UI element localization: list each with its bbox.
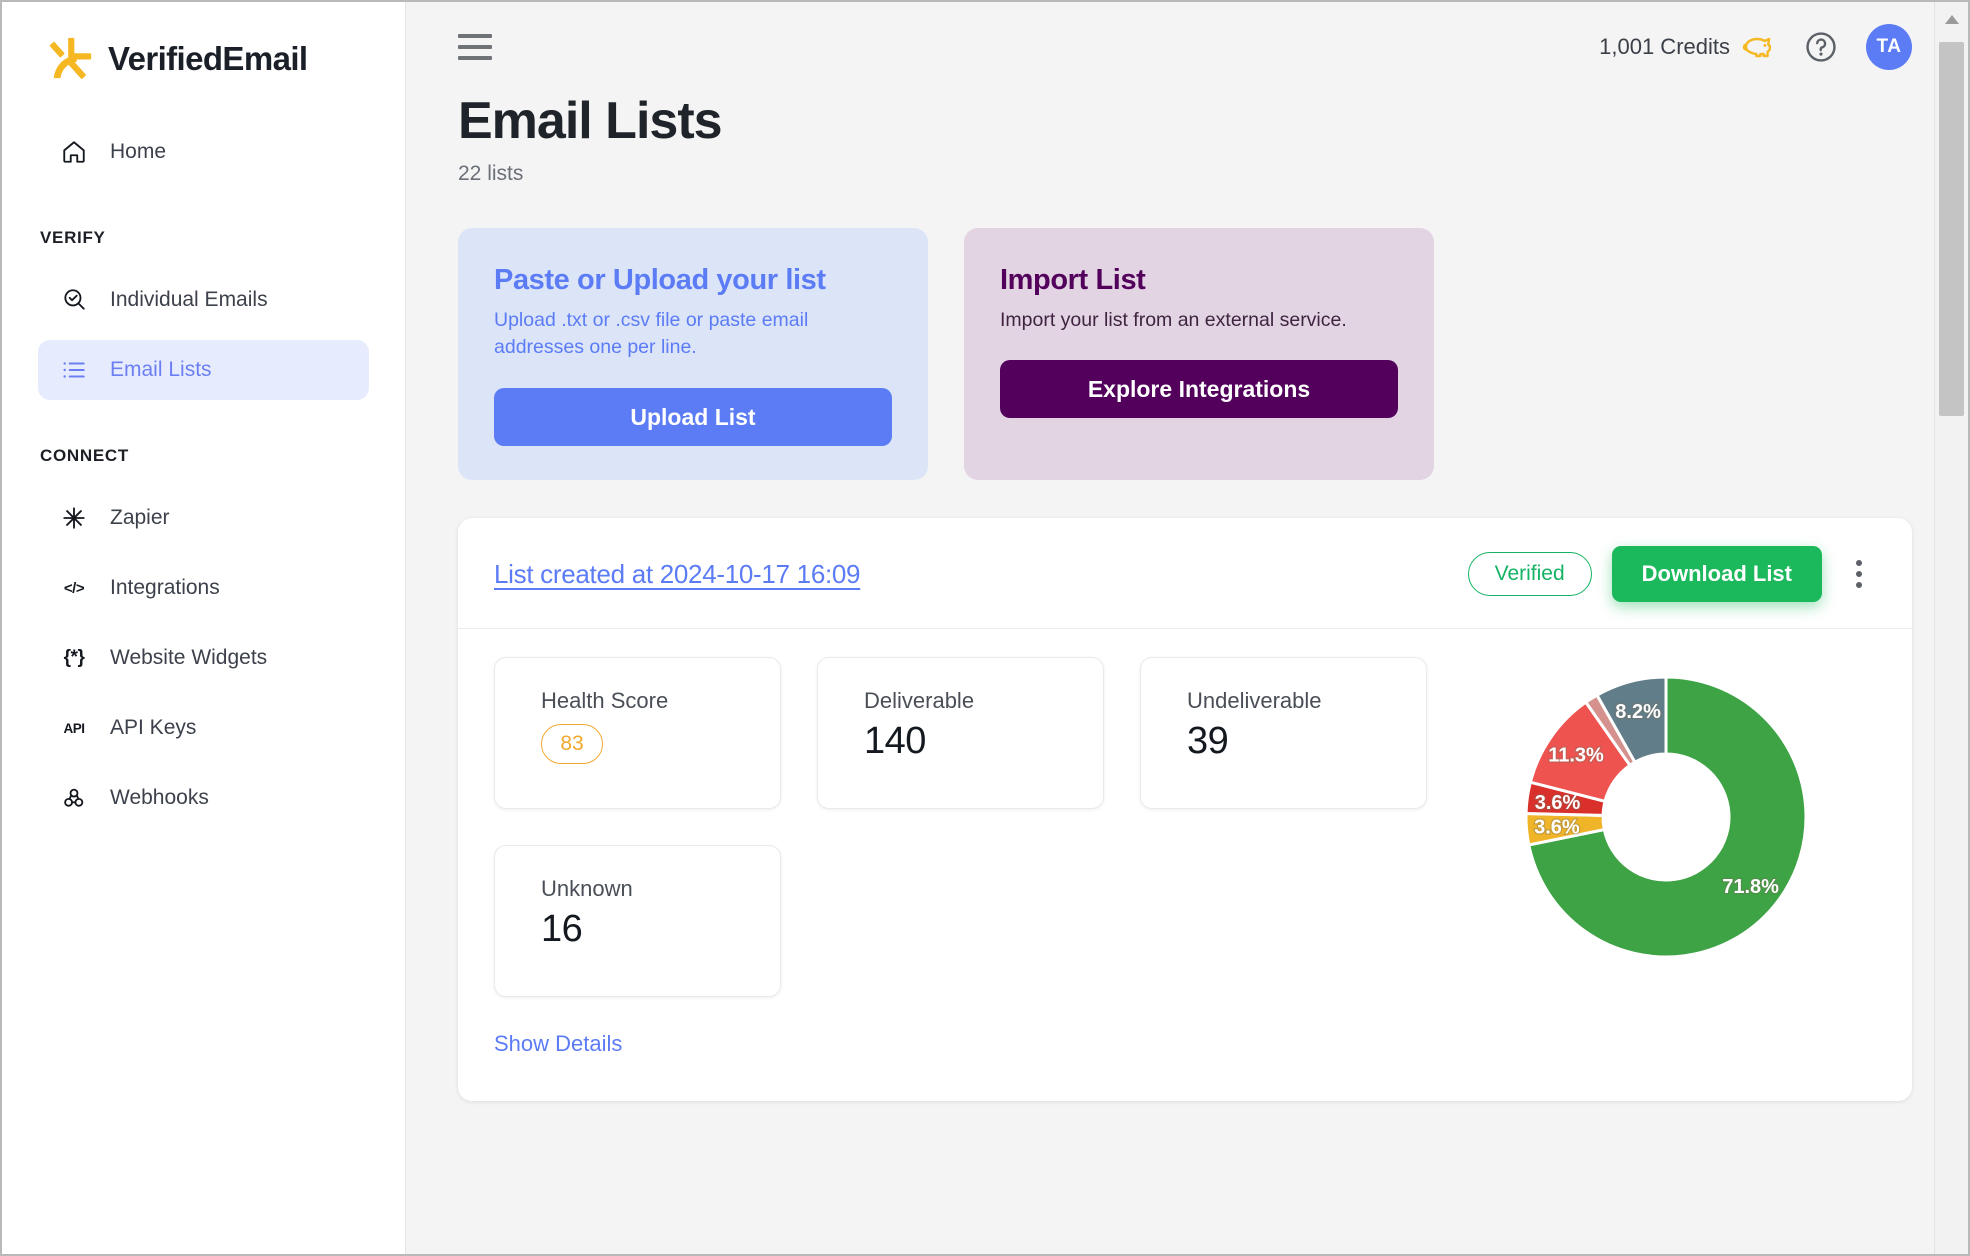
list-panel-body: Health Score 83 Deliverable 140 Undelive… <box>458 629 1912 1101</box>
status-badge[interactable]: Verified <box>1467 552 1592 597</box>
stat-card-deliverable: Deliverable 140 <box>817 657 1104 810</box>
explore-integrations-button[interactable]: Explore Integrations <box>1000 360 1398 419</box>
sidebar-item-website-widgets[interactable]: {*} Website Widgets <box>38 628 369 688</box>
sidebar-item-label: Home <box>110 140 167 163</box>
kebab-menu-icon[interactable] <box>1842 554 1876 594</box>
stat-row-top: Health Score 83 Deliverable 140 Undelive… <box>494 657 1456 810</box>
scroll-up-arrow-icon[interactable] <box>1935 2 1968 36</box>
stat-label: Undeliverable <box>1187 688 1322 714</box>
webhook-icon <box>60 784 88 812</box>
page-content: Email Lists 22 lists Paste or Upload you… <box>406 92 1968 1102</box>
promo-title: Import List <box>1000 263 1146 296</box>
stat-label: Unknown <box>541 876 633 902</box>
show-details-link[interactable]: Show Details <box>494 1031 622 1057</box>
starburst-icon <box>49 37 92 79</box>
avatar-initials: TA <box>1876 36 1902 57</box>
promo-description: Upload .txt or .csv file or paste email … <box>494 308 809 359</box>
list-panel-header: List created at 2024-10-17 16:09 Verifie… <box>458 518 1912 630</box>
stat-card-unknown: Unknown 16 <box>494 845 781 998</box>
stat-card-health-score: Health Score 83 <box>494 657 781 810</box>
brand-logo[interactable]: VerifiedEmail <box>2 2 405 82</box>
list-icon <box>60 356 88 384</box>
topbar-right: 1,001 Credits TA <box>1599 24 1912 70</box>
promo-title: Paste or Upload your list <box>494 263 826 296</box>
sidebar-item-webhooks[interactable]: Webhooks <box>38 768 369 828</box>
sidebar-item-zapier[interactable]: Zapier <box>38 488 369 548</box>
credits-label: 1,001 Credits <box>1599 34 1730 59</box>
page-subtitle: 22 lists <box>458 161 524 185</box>
promo-card-upload: Paste or Upload your list Upload .txt or… <box>458 227 928 481</box>
stat-row-bottom: Unknown 16 <box>494 845 1456 998</box>
credits-indicator[interactable]: 1,001 Credits <box>1599 33 1776 61</box>
topbar: 1,001 Credits TA <box>406 2 1968 92</box>
piggy-bank-icon <box>1742 37 1772 58</box>
stat-value: 140 <box>864 720 926 763</box>
sidebar: VerifiedEmail Home VERIFY Individual Ema… <box>2 2 406 1254</box>
code-brackets-icon: </> <box>63 579 85 597</box>
vertical-scrollbar[interactable] <box>1934 2 1968 1254</box>
sidebar-item-home[interactable]: Home <box>38 122 369 182</box>
brand-name: VerifiedEmail <box>108 40 308 77</box>
list-panel-actions: Verified Download List <box>1467 546 1876 603</box>
upload-list-button[interactable]: Upload List <box>494 388 892 447</box>
stat-label: Health Score <box>541 688 669 714</box>
scrollbar-thumb[interactable] <box>1939 42 1964 416</box>
stats-area: Health Score 83 Deliverable 140 Undelive… <box>494 657 1456 1057</box>
download-list-button[interactable]: Download List <box>1611 546 1822 603</box>
promo-cards: Paste or Upload your list Upload .txt or… <box>458 227 1912 481</box>
donut-segment-label: 3.6% <box>1535 792 1581 814</box>
list-created-link[interactable]: List created at 2024-10-17 16:09 <box>494 559 861 590</box>
stat-value: 16 <box>541 908 583 951</box>
promo-card-import: Import List Import your list from an ext… <box>964 227 1434 481</box>
api-icon: API <box>63 720 85 736</box>
sidebar-item-label: Integrations <box>110 576 220 599</box>
help-circle-icon[interactable] <box>1804 30 1838 64</box>
hamburger-icon[interactable] <box>458 34 492 60</box>
home-icon <box>60 138 88 166</box>
list-panel: List created at 2024-10-17 16:09 Verifie… <box>458 518 1912 1102</box>
curly-braces-icon: {*} <box>63 647 85 668</box>
sidebar-item-label: API Keys <box>110 716 197 739</box>
promo-description: Import your list from an external servic… <box>1000 308 1347 331</box>
search-check-icon <box>60 286 88 314</box>
sidebar-item-integrations[interactable]: </> Integrations <box>38 558 369 618</box>
asterisk-icon <box>60 504 88 532</box>
page-title: Email Lists <box>458 92 723 150</box>
donut-segment-label: 71.8% <box>1722 876 1779 898</box>
sidebar-item-label: Individual Emails <box>110 288 268 311</box>
sidebar-item-individual-emails[interactable]: Individual Emails <box>38 270 369 330</box>
sidebar-item-label: Webhooks <box>110 786 209 809</box>
sidebar-item-label: Email Lists <box>110 358 212 381</box>
chart-area: 71.8% 3.6% 3.6% 11.3% 8.2% <box>1456 657 1876 1057</box>
donut-segment-label: 11.3% <box>1548 745 1604 767</box>
sidebar-item-label: Website Widgets <box>110 646 268 669</box>
deliverability-donut-chart: 71.8% 3.6% 3.6% 11.3% 8.2% <box>1524 675 1808 959</box>
main-content: 1,001 Credits TA Email Lists 22 lists Pa… <box>406 2 1968 1254</box>
donut-segment-label: 3.6% <box>1534 817 1580 839</box>
health-score-pill: 83 <box>541 724 603 765</box>
donut-segment-label: 8.2% <box>1615 701 1661 723</box>
sidebar-section-verify: VERIFY <box>40 228 106 247</box>
app-window: VerifiedEmail Home VERIFY Individual Ema… <box>0 0 1970 1256</box>
sidebar-item-api-keys[interactable]: API API Keys <box>38 698 369 758</box>
stat-label: Deliverable <box>864 688 975 714</box>
stat-card-undeliverable: Undeliverable 39 <box>1140 657 1427 810</box>
sidebar-section-connect: CONNECT <box>40 446 129 465</box>
stat-value: 39 <box>1187 720 1229 763</box>
sidebar-item-email-lists[interactable]: Email Lists <box>38 340 369 400</box>
sidebar-item-label: Zapier <box>110 506 170 529</box>
avatar[interactable]: TA <box>1866 24 1912 70</box>
